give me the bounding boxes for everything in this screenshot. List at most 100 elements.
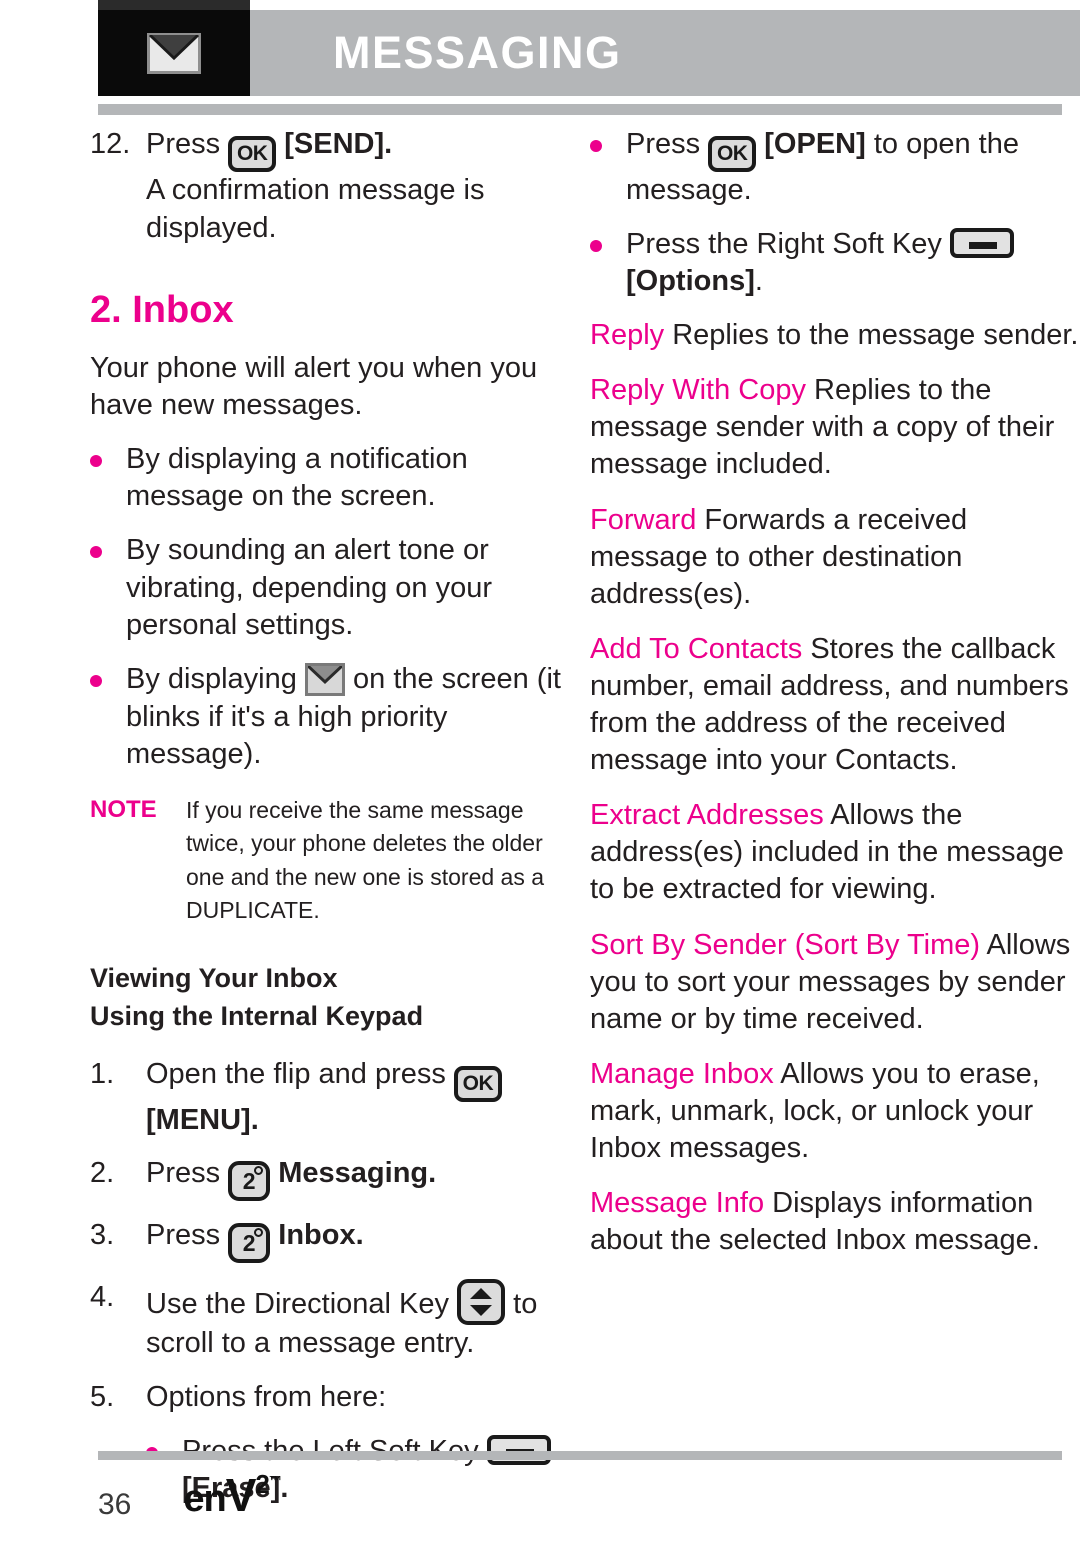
logo-two: 2 [255, 1469, 270, 1499]
numeric-key-2-icon[interactable]: 2 [228, 1161, 271, 1202]
alert-bullet-3: By displaying on the screen (it blinks i… [90, 661, 580, 774]
option-message-info: Message Info Displays information about … [590, 1185, 1080, 1259]
section-title-inbox: 2. Inbox [90, 289, 234, 332]
option-name: Add To Contacts [590, 632, 803, 665]
step-number: 1. [90, 1057, 115, 1090]
right-bullet-options-body: Press the Right Soft Key [Options]. [626, 226, 1080, 301]
right-bullet-options-bold: [Options] [626, 265, 755, 298]
option-name: Manage Inbox [590, 1057, 774, 1090]
step-1: 1. Open the flip and press OK [MENU]. [90, 1056, 580, 1140]
page-header: MESSAGING [0, 0, 1080, 115]
note-text: If you receive the same message twice, y… [186, 797, 545, 924]
option-sort-by-sender: Sort By Sender (Sort By Time) Allows you… [590, 927, 1080, 1038]
page-footer: 36 enV2™ [98, 1468, 698, 1522]
step-body: Press OK [SEND]. A confirmation message … [146, 126, 580, 247]
step-key-label: [SEND]. [284, 128, 393, 160]
option-reply-with-copy: Reply With Copy Replies to the message s… [590, 372, 1080, 483]
step-detail: A confirmation message is displayed. [146, 174, 485, 244]
step-body: Use the Directional Key to scroll to a m… [146, 1279, 580, 1363]
step-12: 12. Press OK [SEND]. A confirmation mess… [90, 126, 580, 247]
left-soft-key-icon[interactable] [486, 1434, 551, 1465]
header-divider [98, 104, 1062, 115]
logo-en: en [183, 1478, 226, 1520]
bullet-dot-icon [90, 441, 126, 516]
step-2-pre: Press [146, 1157, 221, 1190]
step-3: 3. Press 2 Inbox. [90, 1217, 580, 1264]
logo-tm: ™ [268, 1473, 282, 1488]
step-4: 4. Use the Directional Key to scroll to … [90, 1279, 580, 1363]
step-5-text: Options from here: [146, 1381, 387, 1414]
step-number: 3. [90, 1219, 115, 1252]
directional-key-icon[interactable] [457, 1279, 506, 1326]
option-forward: Forward Forwards a received message to o… [590, 502, 1080, 613]
step-3-pre: Press [146, 1219, 221, 1252]
alert-bullet-3-pre: By displaying [126, 663, 297, 696]
alert-bullet-1-text: By displaying a notification message on … [126, 442, 468, 513]
envelope-flap-icon [149, 34, 199, 60]
right-bullet-open: Press OK [OPEN] to open the message. [590, 126, 1080, 210]
right-bullet-options-post: . [754, 265, 763, 298]
footer-divider [98, 1451, 1062, 1460]
step-3-post: Inbox. [278, 1219, 364, 1252]
ok-key-icon[interactable]: OK [453, 1065, 502, 1102]
step-body: Press 2 Inbox. [146, 1217, 580, 1264]
step-body: Open the flip and press OK [MENU]. [146, 1056, 580, 1140]
numeric-key-2-icon[interactable]: 2 [228, 1223, 271, 1264]
right-column: Press OK [OPEN] to open the message. Pre… [590, 126, 1080, 1524]
env2-logo: enV2™ [183, 1468, 282, 1522]
ok-key-icon[interactable]: OK [708, 136, 757, 172]
step-number: 12. [90, 128, 131, 160]
step-number: 4. [90, 1281, 115, 1314]
alert-bullet-2: By sounding an alert tone or vibrating, … [90, 532, 580, 645]
envelope-icon [304, 663, 345, 697]
subhead-viewing-your-inbox: Viewing Your Inbox [90, 963, 338, 994]
right-bullet-options: Press the Right Soft Key [Options]. [590, 226, 1080, 301]
bullet-dot-icon [90, 661, 126, 774]
step-1-post: [MENU]. [146, 1103, 259, 1136]
alert-bullet-2-text: By sounding an alert tone or vibrating, … [126, 533, 492, 642]
right-bullet-options-pre: Press the Right Soft Key [626, 227, 942, 260]
option-name: Reply With Copy [590, 374, 806, 407]
step-1-pre: Open the flip and press [146, 1057, 446, 1090]
chevron-down-icon [470, 1305, 493, 1317]
right-soft-key-icon[interactable] [950, 227, 1014, 258]
right-bullet-open-bold: [OPEN] [764, 128, 866, 160]
right-bullet-open-pre: Press [626, 128, 701, 160]
envelope-flap-icon [307, 666, 342, 685]
bullet-dot-icon [590, 226, 626, 301]
logo-v: V [225, 1469, 257, 1521]
chevron-up-icon [470, 1288, 493, 1300]
alert-bullet-3-body: By displaying on the screen (it blinks i… [126, 661, 580, 774]
option-reply: Reply Replies to the message sender. [590, 317, 1080, 354]
step-2-post: Messaging. [278, 1157, 437, 1190]
subhead-using-the-internal-keypad: Using the Internal Keypad [90, 1000, 424, 1031]
option-name: Message Info [590, 1187, 765, 1220]
step-press-label: Press [146, 128, 221, 160]
bullet-dot-icon [90, 532, 126, 645]
step-5: 5. Options from here: [90, 1379, 580, 1417]
option-desc: Replies to the message sender. [672, 319, 1079, 352]
option-name: Forward [590, 503, 697, 536]
envelope-icon [147, 32, 201, 74]
step-number: 2. [90, 1157, 115, 1190]
page-columns: 12. Press OK [SEND]. A confirmation mess… [0, 126, 1080, 1524]
header-icon-box [98, 10, 250, 96]
option-name: Sort By Sender (Sort By Time) [590, 928, 981, 961]
option-extract-addresses: Extract Addresses Allows the address(es)… [590, 797, 1080, 908]
option-manage-inbox: Manage Inbox Allows you to erase, mark, … [590, 1056, 1080, 1167]
step-body: Press 2 Messaging. [146, 1155, 580, 1202]
page-title: MESSAGING [333, 27, 622, 78]
note-label: NOTE [90, 796, 157, 824]
header-top-stub [98, 0, 250, 10]
page-number: 36 [98, 1488, 132, 1521]
option-name: Extract Addresses [590, 799, 824, 832]
option-add-to-contacts: Add To Contacts Stores the callback numb… [590, 631, 1080, 779]
section-intro: Your phone will alert you when you have … [90, 352, 538, 422]
at-symbol-icon [254, 1166, 264, 1176]
step-number: 5. [90, 1381, 115, 1414]
step-4-pre: Use the Directional Key [146, 1288, 450, 1321]
alert-bullet-1: By displaying a notification message on … [90, 441, 580, 516]
ok-key-icon[interactable]: OK [228, 136, 277, 172]
at-symbol-icon [254, 1228, 264, 1238]
right-bullet-open-body: Press OK [OPEN] to open the message. [626, 126, 1080, 210]
